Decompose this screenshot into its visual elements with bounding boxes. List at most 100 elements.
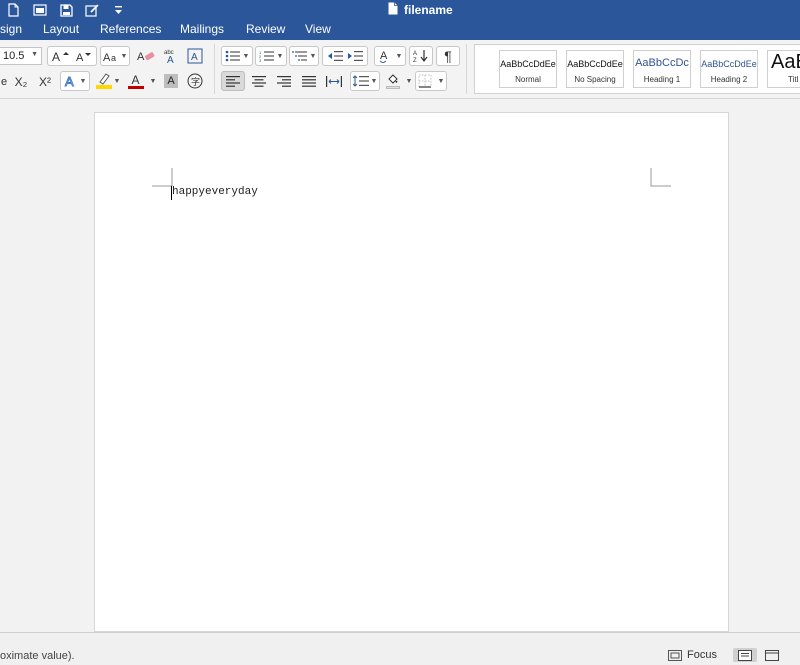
align-center-icon [252,75,266,87]
window-icon[interactable] [32,2,48,18]
style-no-spacing[interactable]: AaBbCcDdEe No Spacing [566,50,624,88]
decrease-indent-icon[interactable] [327,50,343,62]
align-right-button[interactable] [272,71,296,91]
web-layout-icon [765,649,779,661]
chevron-down-icon[interactable]: ▼ [406,78,413,85]
chevron-down-icon[interactable]: ▼ [121,53,128,60]
text-effects-button[interactable]: A ▼ [60,71,90,91]
document-icon[interactable] [6,2,20,18]
phonetic-guide-button[interactable]: abc A [160,46,182,66]
font-color-swatch [127,85,144,89]
change-case-button[interactable]: Aa ▼ [100,46,130,66]
svg-text:A: A [76,52,84,62]
style-sample: AaBbCcDdEe [701,59,757,69]
chevron-down-icon[interactable]: ▼ [438,78,445,85]
line-spacing-icon [352,75,369,87]
align-center-button[interactable] [247,71,271,91]
svg-text:A: A [191,52,198,63]
tab-mailings[interactable]: Mailings [180,22,224,36]
chevron-down-icon[interactable]: ▼ [371,78,378,85]
show-formatting-button[interactable]: ¶ [436,46,460,66]
svg-text:A: A [413,51,417,57]
style-sample: AaBbCcDdEe [500,59,556,69]
borders-button[interactable]: ▼ [415,71,447,91]
chevron-down-icon[interactable]: ▼ [396,53,403,60]
style-sample: AaBbCcDdEe [567,59,623,69]
character-border-button[interactable]: A [184,46,206,66]
justify-icon [302,75,316,87]
phonetic-guide-icon: abc A [163,48,179,64]
tab-design[interactable]: sign [0,22,22,36]
chevron-down-icon[interactable]: ▼ [80,78,87,85]
style-sample: AaBbCcDc [635,57,689,69]
grow-font-icon[interactable]: A [52,50,70,62]
character-shading-button[interactable]: A [160,71,182,91]
sort-button[interactable]: AZ [409,46,433,66]
chevron-down-icon[interactable]: ▼ [243,53,250,60]
print-layout-view-button[interactable] [733,648,757,662]
style-heading-2[interactable]: AaBbCcDdEe Heading 2 [700,50,758,88]
shading-button[interactable]: ▼ [383,71,415,91]
style-label: No Spacing [574,75,616,84]
svg-text:A: A [137,51,145,63]
style-normal[interactable]: AaBbCcDdEe Normal [499,50,557,88]
customize-icon[interactable] [112,2,124,18]
font-color-button[interactable]: A ▼ [126,71,158,91]
edit-icon[interactable] [84,2,100,18]
font-size-group: A A [47,46,97,66]
svg-text:Z: Z [413,58,417,63]
chevron-down-icon[interactable]: ▼ [31,51,38,58]
bullet-list-icon [225,50,241,62]
print-layout-icon [738,649,752,661]
distributed-button[interactable] [322,71,346,91]
chevron-down-icon[interactable]: ▼ [150,78,157,85]
enclose-characters-button[interactable]: 字 [184,71,206,91]
sort-icon: AZ [413,49,429,63]
chevron-down-icon[interactable]: ▼ [310,53,317,60]
strikethrough-icon: e [0,76,8,88]
chevron-down-icon[interactable]: ▼ [277,53,284,60]
strikethrough-button[interactable]: e [0,72,8,92]
subscript-button[interactable]: X₂ [10,72,32,92]
tab-review[interactable]: Review [246,22,285,36]
style-title[interactable]: AaB Titl [767,50,800,88]
svg-text:3: 3 [259,58,262,62]
document-title: filename [388,2,453,18]
justify-button[interactable] [297,71,321,91]
bullets-button[interactable]: ▼ [221,46,253,66]
document-name: filename [404,3,453,17]
shrink-font-icon[interactable]: A [76,50,92,62]
font-size-field[interactable]: 10.5 ▼ [0,47,42,65]
tab-references[interactable]: References [100,22,161,36]
numbering-button[interactable]: 123 ▼ [255,46,287,66]
document-body-text[interactable]: happyeveryday [172,186,258,198]
character-shading-icon: A [164,74,178,88]
text-effects-icon: A [64,74,78,88]
save-icon[interactable] [58,2,74,18]
tab-view[interactable]: View [305,22,331,36]
align-right-icon [277,75,291,87]
asian-layout-button[interactable]: A ▼ [374,46,406,66]
style-label: Heading 2 [710,75,748,84]
tab-layout[interactable]: Layout [43,22,79,36]
align-left-button[interactable] [221,71,245,91]
clear-formatting-button[interactable]: A [134,46,158,66]
superscript-button[interactable]: X² [34,72,56,92]
web-layout-view-button[interactable] [760,648,784,662]
subscript-label: X₂ [14,75,28,89]
style-label: Normal [515,75,541,84]
style-heading-1[interactable]: AaBbCcDc Heading 1 [633,50,691,88]
superscript-label: X² [39,75,51,89]
font-color-icon: A [127,74,144,89]
margin-corner-mark [650,168,671,187]
chevron-down-icon[interactable]: ▼ [114,78,121,85]
enclose-characters-icon: 字 [187,73,203,89]
line-spacing-button[interactable]: ▼ [350,71,380,91]
highlight-button[interactable]: ▼ [93,71,123,91]
highlighter-icon [95,73,112,89]
borders-icon [418,74,432,88]
focus-button[interactable]: Focus [668,649,717,661]
increase-indent-icon[interactable] [347,50,363,62]
style-sample: AaB [771,51,800,73]
multilevel-list-button[interactable]: ▼ [289,46,319,66]
